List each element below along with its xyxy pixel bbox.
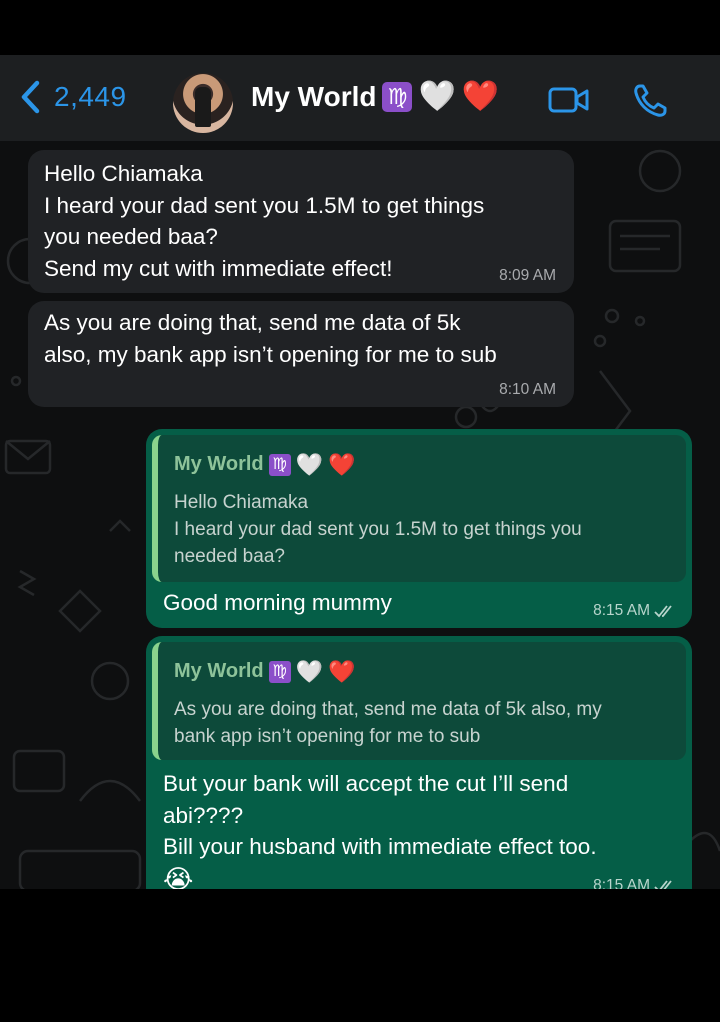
back-button[interactable]: 2,449 <box>18 79 127 115</box>
message-time: 8:10 AM <box>499 381 556 398</box>
red-heart-emoji: ❤️ <box>328 658 356 684</box>
double-check-icon <box>654 605 672 618</box>
video-camera-icon[interactable] <box>548 86 590 114</box>
quote-text: As you are doing that, send me data of 5… <box>174 699 602 747</box>
avatar[interactable] <box>173 73 233 133</box>
message-text: As you are doing that, send me data of 5… <box>44 310 497 367</box>
quote-text: Hello Chiamaka I heard your dad sent you… <box>174 492 582 567</box>
message-text: But your bank will accept the cut I’ll s… <box>163 771 597 859</box>
chat-name: My World <box>251 81 377 112</box>
message-time-label: 8:15 AM <box>593 877 650 889</box>
chevron-left-icon <box>21 80 40 114</box>
crying-face-emoji: 😭 <box>163 864 194 889</box>
white-heart-emoji: 🤍 <box>418 80 456 113</box>
white-heart-emoji: 🤍 <box>295 451 324 477</box>
quote-author-name: My World <box>174 453 264 475</box>
message-time: 8:09 AM <box>499 267 556 284</box>
quoted-message[interactable]: My World ♍ 🤍 ❤️ As you are doing that, s… <box>152 642 686 760</box>
quote-author-name: My World <box>174 660 264 682</box>
double-check-icon <box>654 880 672 889</box>
red-heart-emoji: ❤️ <box>328 451 356 477</box>
quote-author: My World ♍ 🤍 ❤️ <box>174 453 355 476</box>
unread-count: 2,449 <box>54 81 127 112</box>
message-text: Hello Chiamaka I heard your dad sent you… <box>44 161 485 281</box>
bottom-area <box>0 889 720 1022</box>
virgo-emoji: ♍ <box>268 453 291 476</box>
message-time: 8:15 AM <box>593 877 676 889</box>
message-time: 8:15 AM <box>593 602 676 620</box>
chat-area[interactable]: Hello Chiamaka I heard your dad sent you… <box>0 141 720 889</box>
status-bar-area <box>0 0 720 55</box>
incoming-message[interactable]: Hello Chiamaka I heard your dad sent you… <box>28 150 574 293</box>
virgo-emoji: ♍ <box>268 660 291 683</box>
incoming-message[interactable]: As you are doing that, send me data of 5… <box>28 301 574 407</box>
chat-title[interactable]: My World ♍ 🤍 ❤️ <box>251 81 499 113</box>
outgoing-message[interactable]: My World ♍ 🤍 ❤️ Hello Chiamaka I heard y… <box>146 429 692 628</box>
white-heart-emoji: 🤍 <box>295 658 324 684</box>
message-time-label: 8:15 AM <box>593 602 650 619</box>
red-heart-emoji: ❤️ <box>461 80 500 113</box>
message-text: Good morning mummy <box>163 590 392 615</box>
quote-author: My World ♍ 🤍 ❤️ <box>174 660 355 683</box>
chat-header: 2,449 My World ♍ 🤍 ❤️ <box>0 55 720 141</box>
virgo-emoji: ♍ <box>382 82 413 112</box>
quoted-message[interactable]: My World ♍ 🤍 ❤️ Hello Chiamaka I heard y… <box>152 435 686 582</box>
phone-icon[interactable] <box>632 83 668 119</box>
outgoing-message[interactable]: My World ♍ 🤍 ❤️ As you are doing that, s… <box>146 636 692 889</box>
